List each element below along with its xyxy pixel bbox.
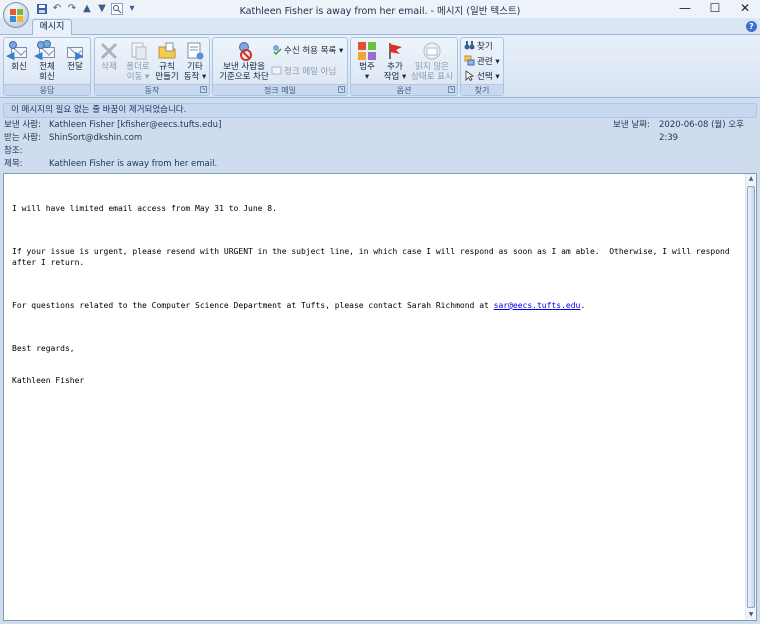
message-header: 보낸 사람: Kathleen Fisher [kfisher@eecs.tuf… (0, 119, 760, 172)
body-line-1: I will have limited email access from Ma… (12, 204, 277, 214)
message-window: ↶ ↷ ▲ ▼ ▾ Kathleen Fisher is away from h… (0, 0, 760, 624)
scroll-up-icon[interactable]: ▲ (746, 174, 756, 184)
email-link[interactable]: sar@eecs.tufts.edu (494, 301, 581, 310)
customize-icon[interactable]: ▾ (126, 3, 138, 15)
close-button[interactable]: ✕ (730, 0, 760, 18)
select-button[interactable]: 선택 ▾ (464, 70, 500, 83)
categorize-button[interactable]: 범주 ▾ (353, 40, 381, 84)
mark-unread-button[interactable]: 읽지 않은 상태로 표시 (409, 40, 455, 84)
move-folder-icon (128, 41, 148, 61)
group-label-respond: 응답 (4, 84, 90, 95)
not-junk-button[interactable]: 정크 메일 아님 (271, 65, 336, 78)
to-value[interactable]: ShinSort@dkshin.com (49, 132, 142, 145)
block-sender-button[interactable]: 보낸 사람을 기준으로 차단 (215, 40, 273, 84)
body-line-2: If your issue is urgent, please resend w… (12, 247, 735, 267)
group-label-options: 옵션 (351, 84, 457, 95)
undo-icon[interactable]: ↶ (51, 3, 63, 15)
office-logo-icon (10, 9, 23, 22)
cursor-icon (464, 70, 475, 82)
not-junk-icon (271, 65, 282, 76)
group-respond: ◀ 회신 ◀ 전체 회신 ▶ 전달 응답 (3, 37, 91, 96)
sent-label: 보낸 날짜: (613, 120, 650, 130)
junk-launcher-icon[interactable]: ↘ (338, 86, 345, 93)
subject-label: 제목: (4, 159, 23, 169)
move-to-folder-button[interactable]: 폴더로 이동 ▾ (123, 40, 153, 84)
body-line-3: For questions related to the Computer Sc… (12, 300, 586, 310)
actions-launcher-icon[interactable]: ↘ (200, 86, 207, 93)
info-bar[interactable]: 이 메시지의 필요 없는 줄 바꿈이 제거되었습니다. (3, 103, 757, 118)
related-button[interactable]: 관련 ▾ (464, 55, 500, 68)
other-actions-button[interactable]: 기타 동작 ▾ (181, 40, 209, 84)
message-text[interactable]: I will have limited email access from Ma… (12, 183, 740, 408)
tab-message[interactable]: 메시지 (32, 19, 72, 36)
flag-icon (385, 41, 405, 61)
cc-label: 참조: (4, 146, 23, 156)
reply-all-icon: ◀ (34, 40, 57, 62)
sent-value: 2020-06-08 (월) 오후 2:39 (659, 120, 744, 143)
subject-value: Kathleen Fisher is away from her email. (49, 159, 218, 169)
scroll-thumb[interactable] (747, 186, 755, 608)
rule-folder-icon (157, 41, 177, 61)
group-label-junk: 정크 메일 (213, 84, 347, 95)
delete-button[interactable]: 삭제 (96, 40, 122, 84)
group-find: 찾기 관련 ▾ 선택 ▾ 찾기 (460, 37, 504, 96)
binoculars-icon (464, 40, 475, 51)
reply-button[interactable]: ◀ 회신 (6, 40, 32, 84)
categorize-icon (357, 41, 377, 61)
vertical-scrollbar[interactable]: ▲ ▼ (745, 174, 756, 620)
delete-x-icon (99, 41, 119, 61)
closing: Best regards, (12, 343, 75, 353)
title-bar: ↶ ↷ ▲ ▼ ▾ Kathleen Fisher is away from h… (0, 0, 760, 28)
group-label-actions: 동작 (95, 84, 209, 95)
follow-up-button[interactable]: 추가 작업 ▾ (381, 40, 409, 84)
mark-unread-icon (422, 41, 442, 61)
related-icon (464, 55, 475, 66)
scroll-down-icon[interactable]: ▼ (746, 610, 756, 620)
group-junk: 보낸 사람을 기준으로 차단 수신 허용 목록 ▾ 정크 메일 아님 정크 메일… (212, 37, 348, 96)
block-sender-icon (234, 41, 254, 61)
find-icon[interactable] (111, 3, 123, 15)
group-label-find: 찾기 (461, 84, 503, 95)
office-button[interactable] (3, 2, 29, 28)
redo-icon[interactable]: ↷ (66, 3, 78, 15)
from-label: 보낸 사람: (4, 120, 41, 130)
message-body[interactable]: I will have limited email access from Ma… (3, 173, 757, 621)
find-button[interactable]: 찾기 (464, 40, 493, 53)
group-actions: 삭제 폴더로 이동 ▾ 규칙 만들기 ▾ 기타 (94, 37, 210, 96)
up-icon[interactable]: ▲ (81, 3, 93, 15)
safe-list-icon (271, 44, 282, 56)
options-launcher-icon[interactable]: ↘ (448, 86, 455, 93)
down-icon[interactable]: ▼ (96, 3, 108, 15)
reply-all-button[interactable]: ◀ 전체 회신 (34, 40, 60, 84)
group-options: 범주 ▾ 추가 작업 ▾ 읽지 않은 상태로 표시 옵션 ↘ (350, 37, 458, 96)
safe-list-button[interactable]: 수신 허용 목록 ▾ (271, 44, 343, 57)
other-actions-icon (185, 41, 205, 61)
to-label: 받는 사람: (4, 133, 41, 143)
forward-button[interactable]: ▶ 전달 (62, 40, 88, 84)
save-icon[interactable] (36, 3, 48, 15)
ribbon: ◀ 회신 ◀ 전체 회신 ▶ 전달 응답 삭제 폴더로 이동 ▾ 규칙 만들기 … (0, 35, 760, 98)
from-value[interactable]: Kathleen Fisher [kfisher@eecs.tufts.edu] (49, 119, 221, 132)
ribbon-tab-strip: 메시지 ? (0, 18, 760, 36)
create-rule-button[interactable]: 규칙 만들기 ▾ (153, 40, 181, 92)
forward-icon: ▶ (65, 41, 85, 62)
signature: Kathleen Fisher (12, 375, 85, 385)
help-icon[interactable]: ? (746, 21, 757, 32)
minimize-button[interactable]: — (670, 0, 700, 18)
window-title: Kathleen Fisher is away from her email. … (239, 6, 521, 17)
maximize-button[interactable]: ☐ (700, 0, 730, 18)
reply-icon: ◀ (6, 41, 29, 62)
quick-access-toolbar: ↶ ↷ ▲ ▼ ▾ (36, 3, 138, 15)
